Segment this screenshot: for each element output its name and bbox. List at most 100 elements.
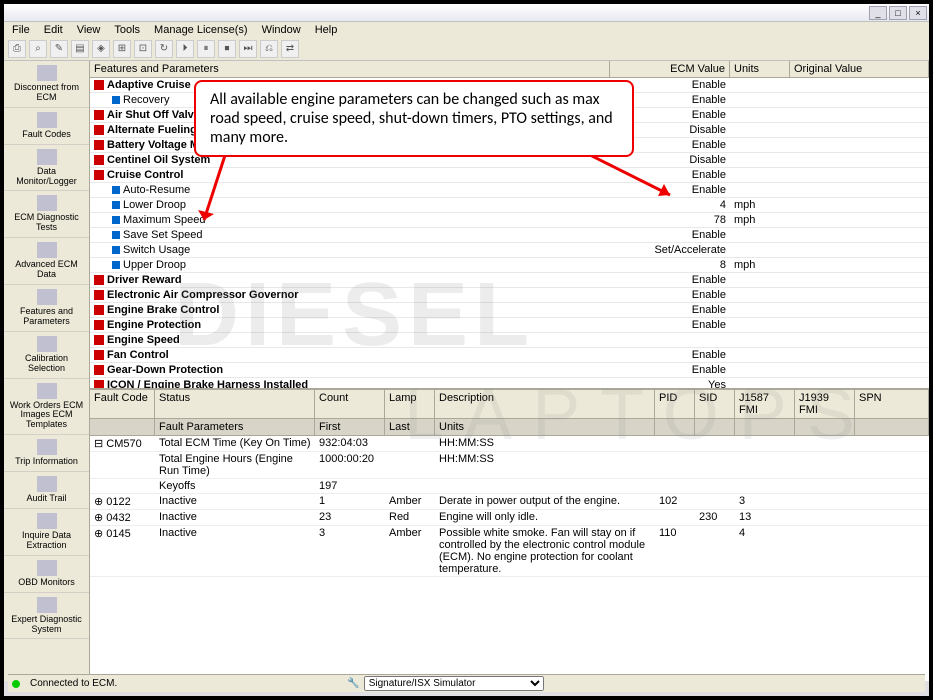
sidebar-item[interactable]: Audit Trail (4, 472, 89, 509)
param-units: mph (730, 259, 790, 271)
param-sub-icon (112, 216, 120, 224)
close-button[interactable]: × (909, 6, 927, 20)
fault-code-row[interactable]: Keyoffs197 (90, 479, 929, 494)
sidebar-item[interactable]: Work Orders ECM Images ECM Templates (4, 379, 89, 436)
param-value[interactable]: Enable (610, 274, 730, 286)
col-pid[interactable]: PID (655, 390, 695, 419)
toolbar-button[interactable]: ⏭ (239, 40, 257, 58)
col-description[interactable]: Description (435, 390, 655, 419)
sidebar-item[interactable]: Trip Information (4, 435, 89, 472)
maximize-button[interactable]: □ (889, 6, 907, 20)
sidebar-icon (37, 513, 57, 529)
sidebar-item-label: Disconnect from ECM (7, 83, 86, 103)
sidebar-item[interactable]: Advanced ECM Data (4, 238, 89, 285)
param-value[interactable]: Enable (610, 364, 730, 376)
menu-help[interactable]: Help (315, 24, 338, 36)
param-value[interactable]: 78 (610, 214, 730, 226)
col-fault-code[interactable]: Fault Code (90, 390, 155, 419)
menu-window[interactable]: Window (262, 24, 301, 36)
fc-cell-lamp (385, 436, 435, 438)
fc-cell-count: 1000:00:20 (315, 452, 385, 466)
param-value[interactable]: Enable (610, 349, 730, 361)
fault-code-row[interactable]: ⊕ 0122Inactive1AmberDerate in power outp… (90, 494, 929, 510)
param-row[interactable]: Gear-Down ProtectionEnable (90, 363, 929, 378)
sidebar-item[interactable]: Calibration Selection (4, 332, 89, 379)
toolbar-button[interactable]: ⇄ (281, 40, 299, 58)
param-value[interactable]: Set/Accelerate (610, 244, 730, 256)
menu-tools[interactable]: Tools (114, 24, 140, 36)
fc-cell-j1587 (735, 436, 795, 438)
col-original-value[interactable]: Original Value (790, 61, 929, 77)
param-row[interactable]: Upper Droop8mph (90, 258, 929, 273)
fc-cell-code: ⊕ 0122 (90, 494, 155, 509)
sidebar-item[interactable]: Data Monitor/Logger (4, 145, 89, 192)
param-value[interactable]: 8 (610, 259, 730, 271)
toolbar-button[interactable]: ⎙ (8, 40, 26, 58)
param-row[interactable]: Electronic Air Compressor GovernorEnable (90, 288, 929, 303)
menu-edit[interactable]: Edit (44, 24, 63, 36)
toolbar-button[interactable]: ⏵ (176, 40, 194, 58)
toolbar-button[interactable]: ⊡ (134, 40, 152, 58)
minimize-button[interactable]: _ (869, 6, 887, 20)
sidebar-item[interactable]: Inquire Data Extraction (4, 509, 89, 556)
param-value[interactable]: Enable (610, 229, 730, 241)
toolbar-button[interactable]: ✎ (50, 40, 68, 58)
param-value[interactable]: Enable (610, 304, 730, 316)
param-value[interactable]: Enable (610, 319, 730, 331)
sidebar-item[interactable]: ECM Diagnostic Tests (4, 191, 89, 238)
fc-cell-spn (855, 436, 929, 438)
param-row[interactable]: Fan ControlEnable (90, 348, 929, 363)
fault-code-row[interactable]: Total Engine Hours (Engine Run Time)1000… (90, 452, 929, 479)
param-group-icon (94, 275, 104, 285)
param-row[interactable]: Switch UsageSet/Accelerate (90, 243, 929, 258)
fault-code-row[interactable]: ⊕ 0145Inactive3AmberPossible white smoke… (90, 526, 929, 577)
fault-code-row[interactable]: ⊕ 0432Inactive23RedEngine will only idle… (90, 510, 929, 526)
col-spn[interactable]: SPN (855, 390, 929, 419)
fc-cell-status: Keyoffs (155, 479, 315, 493)
menu-view[interactable]: View (77, 24, 101, 36)
sidebar-item[interactable]: Features and Parameters (4, 285, 89, 332)
fc-cell-count: 197 (315, 479, 385, 493)
fc-cell-j1587: 3 (735, 494, 795, 508)
col-ecm-value[interactable]: ECM Value (610, 61, 730, 77)
param-row[interactable]: Engine Speed (90, 333, 929, 348)
menu-manage-license[interactable]: Manage License(s) (154, 24, 248, 36)
toolbar-button[interactable]: ⏸ (197, 40, 215, 58)
col-units[interactable]: Units (730, 61, 790, 77)
fc-cell-code: ⊟ CM570 (90, 436, 155, 451)
toolbar-button[interactable]: ⊞ (113, 40, 131, 58)
sidebar-item[interactable]: Fault Codes (4, 108, 89, 145)
col-sid[interactable]: SID (695, 390, 735, 419)
param-row[interactable]: ICON / Engine Brake Harness InstalledYes (90, 378, 929, 388)
col-j1939[interactable]: J1939 FMI (795, 390, 855, 419)
fault-codes-grid[interactable]: ⊟ CM570Total ECM Time (Key On Time)932:0… (90, 436, 929, 681)
sidebar-item-label: Data Monitor/Logger (7, 167, 86, 187)
param-value[interactable]: Enable (610, 289, 730, 301)
param-name: Electronic Air Compressor Governor (90, 289, 610, 301)
param-group-icon (94, 335, 104, 345)
toolbar-button[interactable]: ⎌ (260, 40, 278, 58)
param-group-icon (94, 140, 104, 150)
param-value[interactable]: Yes (610, 379, 730, 388)
sidebar-item[interactable]: Expert Diagnostic System (4, 593, 89, 640)
col-status[interactable]: Status (155, 390, 315, 419)
simulator-select[interactable]: Signature/ISX Simulator (364, 676, 544, 691)
menu-file[interactable]: File (12, 24, 30, 36)
param-row[interactable]: Engine ProtectionEnable (90, 318, 929, 333)
sidebar-item[interactable]: OBD Monitors (4, 556, 89, 593)
toolbar-button[interactable]: ⏹ (218, 40, 236, 58)
col-count[interactable]: Count (315, 390, 385, 419)
toolbar-button[interactable]: ▤ (71, 40, 89, 58)
param-row[interactable]: Driver RewardEnable (90, 273, 929, 288)
toolbar-button[interactable]: ↻ (155, 40, 173, 58)
toolbar-button[interactable]: ◈ (92, 40, 110, 58)
col-j1587[interactable]: J1587 FMI (735, 390, 795, 419)
sidebar-item[interactable]: Disconnect from ECM (4, 61, 89, 108)
param-row[interactable]: Engine Brake ControlEnable (90, 303, 929, 318)
toolbar-button[interactable]: ⌕ (29, 40, 47, 58)
param-name: Lower Droop (90, 199, 610, 211)
col-lamp[interactable]: Lamp (385, 390, 435, 419)
fc-cell-spn (855, 494, 929, 496)
col-features[interactable]: Features and Parameters (90, 61, 610, 77)
fault-code-row[interactable]: ⊟ CM570Total ECM Time (Key On Time)932:0… (90, 436, 929, 452)
